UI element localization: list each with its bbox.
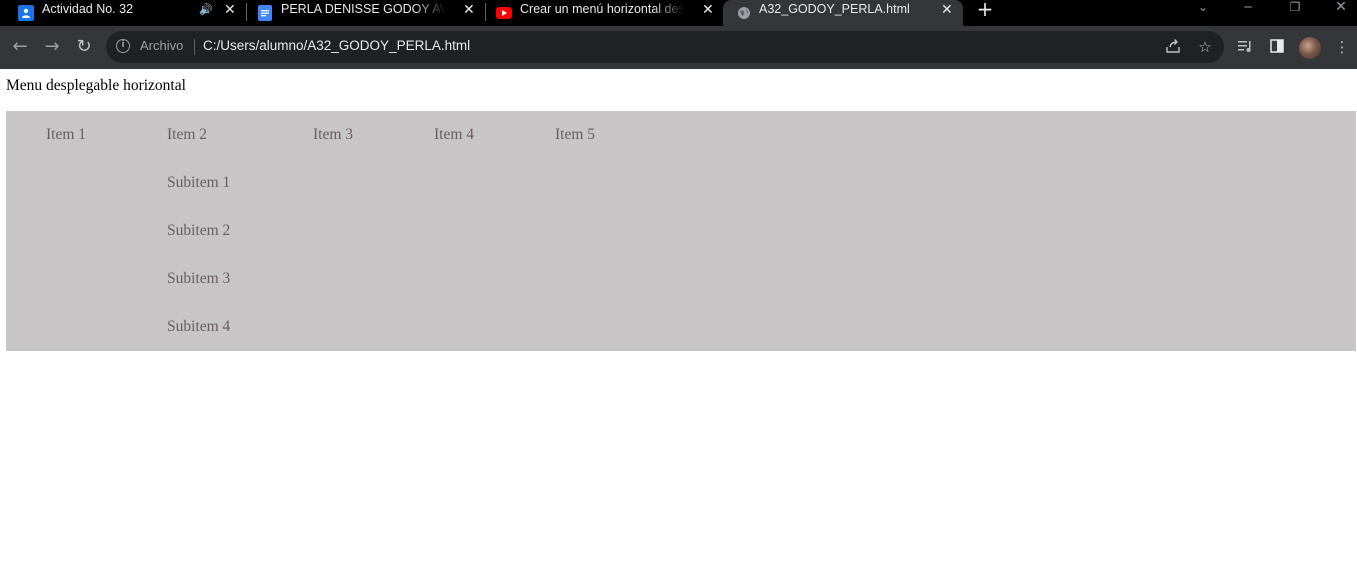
submenu-item-3[interactable]: Subitem 3 xyxy=(167,270,230,288)
menu-item-4[interactable]: Item 4 xyxy=(434,126,474,144)
reload-button[interactable]: ↻ xyxy=(74,37,94,57)
horizontal-menu: Item 1 Item 2 Item 3 Item 4 Item 5 Subit… xyxy=(6,111,1356,351)
tab-youtube[interactable]: Crear un menú horizontal desple ✕ xyxy=(496,0,721,26)
tab-close-icon[interactable]: ✕ xyxy=(702,2,714,18)
new-tab-button[interactable]: + xyxy=(976,0,994,20)
menu-item-3[interactable]: Item 3 xyxy=(313,126,353,144)
omnibox-divider xyxy=(194,39,195,55)
media-control-icon[interactable] xyxy=(1236,38,1254,56)
tab-title: A32_GODOY_PERLA.html xyxy=(759,2,910,16)
tab-divider xyxy=(485,3,486,21)
menu-item-1[interactable]: Item 1 xyxy=(46,126,86,144)
tab-close-icon[interactable]: ✕ xyxy=(941,2,953,18)
profile-avatar[interactable] xyxy=(1299,37,1321,59)
tab-close-icon[interactable]: ✕ xyxy=(463,2,475,18)
side-panel-icon[interactable] xyxy=(1268,38,1286,56)
more-menu-icon[interactable]: ⋮ xyxy=(1333,38,1351,56)
page-heading: Menu desplegable horizontal xyxy=(6,77,186,94)
browser-toolbar: ← → ↻ i Archivo C:/Users/alumno/A32_GODO… xyxy=(0,26,1357,69)
info-icon[interactable]: i xyxy=(116,39,130,53)
security-label: Archivo xyxy=(140,38,184,53)
forward-button[interactable]: → xyxy=(42,37,62,57)
url-text[interactable]: C:/Users/alumno/A32_GODOY_PERLA.html xyxy=(203,38,470,53)
restore-button[interactable]: ❐ xyxy=(1287,0,1303,16)
tab-strip: Actividad No. 32 🔊 ✕ PERLA DENISSE GODOY… xyxy=(0,0,1357,26)
globe-icon xyxy=(736,5,752,21)
tab-close-icon[interactable]: ✕ xyxy=(224,2,236,18)
tab-actividad[interactable]: Actividad No. 32 🔊 ✕ xyxy=(18,0,244,26)
menu-item-2[interactable]: Item 2 xyxy=(167,126,207,144)
tab-docs[interactable]: PERLA DENISSE GODOY AVILA - ✕ xyxy=(257,0,482,26)
tab-search-icon[interactable]: ⌄ xyxy=(1196,0,1210,16)
classroom-icon xyxy=(18,5,34,21)
minimize-button[interactable]: ─ xyxy=(1240,0,1256,16)
tab-fade xyxy=(653,0,693,22)
menu-item-5[interactable]: Item 5 xyxy=(555,126,595,144)
tab-fade xyxy=(414,0,454,22)
speaker-icon[interactable]: 🔊 xyxy=(199,2,213,18)
page-viewport: Menu desplegable horizontal Item 1 Item … xyxy=(0,69,1357,563)
bookmark-star-icon[interactable]: ☆ xyxy=(1196,38,1214,56)
submenu-item-2[interactable]: Subitem 2 xyxy=(167,222,230,240)
submenu-item-4[interactable]: Subitem 4 xyxy=(167,318,230,336)
tab-active-file[interactable]: A32_GODOY_PERLA.html ✕ xyxy=(723,0,963,26)
docs-icon xyxy=(258,5,272,21)
youtube-icon xyxy=(496,7,512,19)
back-button[interactable]: ← xyxy=(10,37,30,57)
tab-title: Actividad No. 32 xyxy=(42,2,134,16)
address-bar[interactable]: i Archivo C:/Users/alumno/A32_GODOY_PERL… xyxy=(106,31,1224,63)
share-icon[interactable] xyxy=(1164,38,1182,56)
submenu-item-1[interactable]: Subitem 1 xyxy=(167,174,230,192)
close-window-button[interactable]: ✕ xyxy=(1333,0,1349,16)
tab-divider xyxy=(246,3,247,21)
